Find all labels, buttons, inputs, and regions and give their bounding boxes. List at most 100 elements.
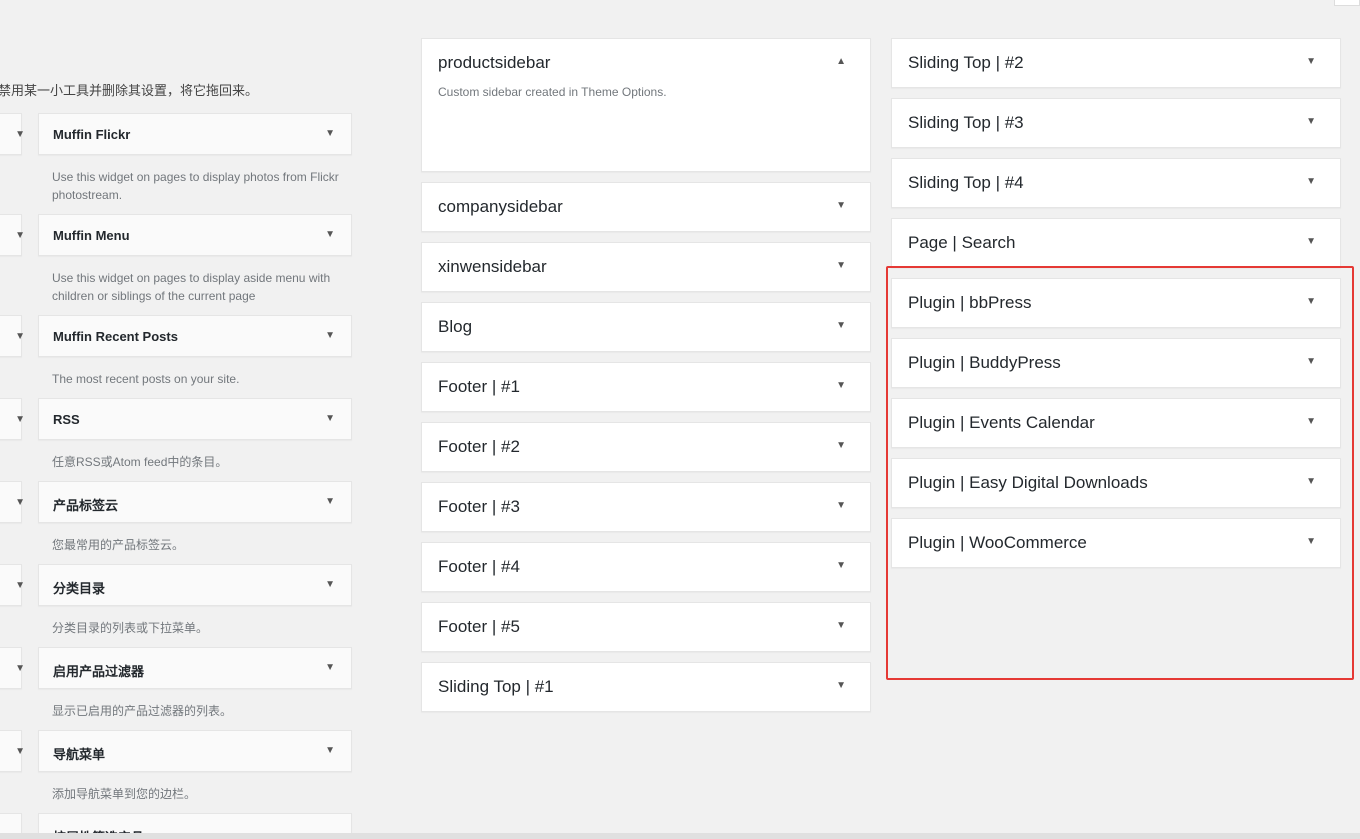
chevron-down-icon[interactable]: ▼: [325, 330, 335, 341]
chevron-down-icon[interactable]: ▼: [836, 440, 846, 451]
chevron-down-icon[interactable]: ▼: [836, 380, 846, 391]
horizontal-scrollbar[interactable]: [0, 833, 1360, 839]
chevron-down-icon[interactable]: ▼: [1306, 176, 1316, 187]
widget-description: 添加导航菜单到您的边栏。: [52, 787, 197, 801]
sidebar-title: Sliding Top | #4: [908, 173, 1024, 192]
widgets-screen: 禁用某一小工具并删除其设置，将它拖回来。 ▼ ▼ ▼ ▼ ▼ ▼ ▼ ▼ Muf…: [0, 0, 1360, 839]
chevron-down-icon: ▼: [15, 331, 25, 342]
sidebar-title: Footer | #1: [438, 377, 520, 396]
sidebar-xinwensidebar[interactable]: xinwensidebar ▼: [421, 242, 871, 292]
widget-muffin-menu[interactable]: Muffin Menu ▼ Use this widget on pages t…: [38, 214, 352, 305]
widgets-intro-text: 禁用某一小工具并删除其设置，将它拖回来。: [0, 83, 259, 98]
chevron-down-icon[interactable]: ▼: [325, 413, 335, 424]
widget-header[interactable]: Muffin Recent Posts ▼: [38, 315, 352, 357]
widget-title: 产品标签云: [53, 498, 119, 513]
chevron-down-icon[interactable]: ▼: [836, 560, 846, 571]
widget-description: Use this widget on pages to display asid…: [52, 271, 331, 303]
scroll-corner: [1334, 0, 1360, 6]
chevron-down-icon[interactable]: ▼: [836, 320, 846, 331]
widget-description: Use this widget on pages to display phot…: [52, 170, 339, 202]
widget-title: 分类目录: [53, 581, 106, 596]
widget-header[interactable]: 分类目录 ▼: [38, 564, 352, 606]
widget-header[interactable]: 产品标签云 ▼: [38, 481, 352, 523]
widget-categories[interactable]: 分类目录 ▼ 分类目录的列表或下拉菜单。: [38, 564, 352, 637]
chevron-down-icon[interactable]: ▼: [1306, 116, 1316, 127]
chevron-up-icon[interactable]: ▲: [836, 56, 846, 67]
sidebar-blog[interactable]: Blog ▼: [421, 302, 871, 352]
cut-widget[interactable]: ▼: [0, 564, 25, 606]
sidebar-page-search[interactable]: Page | Search ▼: [891, 218, 1341, 268]
chevron-down-icon[interactable]: ▼: [325, 229, 335, 240]
sidebar-footer-3[interactable]: Footer | #3 ▼: [421, 482, 871, 532]
sidebar-productsidebar[interactable]: productsidebar ▲ Custom sidebar created …: [421, 38, 871, 172]
sidebar-title: Footer | #3: [438, 497, 520, 516]
cut-widget[interactable]: ▼: [0, 730, 25, 772]
widget-active-product-filters[interactable]: 启用产品过滤器 ▼ 显示已启用的产品过滤器的列表。: [38, 647, 352, 720]
sidebar-title: xinwensidebar: [438, 257, 547, 276]
sidebar-sliding-top-3[interactable]: Sliding Top | #3 ▼: [891, 98, 1341, 148]
chevron-down-icon[interactable]: ▼: [325, 128, 335, 139]
widget-description: 显示已启用的产品过滤器的列表。: [52, 704, 233, 718]
widget-header[interactable]: Muffin Flickr ▼: [38, 113, 352, 155]
chevron-down-icon: ▼: [15, 230, 25, 241]
widget-muffin-recent-posts[interactable]: Muffin Recent Posts ▼ The most recent po…: [38, 315, 352, 388]
chevron-down-icon[interactable]: ▼: [836, 680, 846, 691]
widget-muffin-flickr[interactable]: Muffin Flickr ▼ Use this widget on pages…: [38, 113, 352, 204]
cut-widget[interactable]: ▼: [0, 647, 25, 689]
chevron-down-icon: ▼: [15, 497, 25, 508]
sidebar-sliding-top-2[interactable]: Sliding Top | #2 ▼: [891, 38, 1341, 88]
chevron-down-icon[interactable]: ▼: [836, 620, 846, 631]
chevron-down-icon[interactable]: ▼: [836, 200, 846, 211]
cut-widget[interactable]: ▼: [0, 481, 25, 523]
widget-header[interactable]: RSS ▼: [38, 398, 352, 440]
chevron-down-icon[interactable]: ▼: [836, 260, 846, 271]
sidebar-title: Blog: [438, 317, 473, 336]
widget-title: 启用产品过滤器: [53, 664, 145, 679]
chevron-down-icon: ▼: [15, 580, 25, 591]
chevron-down-icon[interactable]: ▼: [1306, 56, 1316, 67]
widget-title: 导航菜单: [53, 747, 106, 762]
widget-description: 分类目录的列表或下拉菜单。: [52, 621, 209, 635]
sidebar-title: Footer | #4: [438, 557, 520, 576]
chevron-down-icon[interactable]: ▼: [325, 579, 335, 590]
widget-title: Muffin Recent Posts: [53, 329, 178, 344]
chevron-down-icon[interactable]: ▼: [1306, 236, 1316, 247]
chevron-down-icon[interactable]: ▼: [325, 496, 335, 507]
sidebar-title: Sliding Top | #1: [438, 677, 554, 696]
sidebar-sliding-top-1[interactable]: Sliding Top | #1 ▼: [421, 662, 871, 712]
sidebar-footer-1[interactable]: Footer | #1 ▼: [421, 362, 871, 412]
highlight-annotation: [886, 266, 1354, 680]
chevron-down-icon[interactable]: ▼: [325, 662, 335, 673]
chevron-down-icon[interactable]: ▼: [325, 745, 335, 756]
widget-title: Muffin Menu: [53, 228, 130, 243]
sidebar-title: Footer | #2: [438, 437, 520, 456]
chevron-down-icon[interactable]: ▼: [836, 500, 846, 511]
widget-description: 您最常用的产品标签云。: [52, 538, 185, 552]
cut-widget[interactable]: ▼: [0, 315, 25, 357]
sidebar-description: Custom sidebar created in Theme Options.: [438, 85, 667, 99]
sidebar-footer-4[interactable]: Footer | #4 ▼: [421, 542, 871, 592]
sidebar-title: Footer | #5: [438, 617, 520, 636]
widget-rss[interactable]: RSS ▼ 任意RSS或Atom feed中的条目。: [38, 398, 352, 471]
cut-widget[interactable]: ▼: [0, 214, 25, 256]
widget-header[interactable]: 导航菜单 ▼: [38, 730, 352, 772]
sidebar-footer-5[interactable]: Footer | #5 ▼: [421, 602, 871, 652]
widget-title: RSS: [53, 412, 80, 427]
widget-description: The most recent posts on your site.: [52, 372, 240, 386]
sidebar-footer-2[interactable]: Footer | #2 ▼: [421, 422, 871, 472]
widget-title: Muffin Flickr: [53, 127, 131, 142]
cut-widget[interactable]: ▼: [0, 398, 25, 440]
widget-header[interactable]: 启用产品过滤器 ▼: [38, 647, 352, 689]
chevron-down-icon: ▼: [15, 746, 25, 757]
sidebar-sliding-top-4[interactable]: Sliding Top | #4 ▼: [891, 158, 1341, 208]
sidebar-title: Page | Search: [908, 233, 1016, 252]
widget-header[interactable]: Muffin Menu ▼: [38, 214, 352, 256]
widget-nav-menu[interactable]: 导航菜单 ▼ 添加导航菜单到您的边栏。: [38, 730, 352, 803]
sidebar-title: productsidebar: [438, 53, 551, 72]
chevron-down-icon: ▼: [15, 129, 25, 140]
widget-product-tag-cloud[interactable]: 产品标签云 ▼ 您最常用的产品标签云。: [38, 481, 352, 554]
cut-widget[interactable]: ▼: [0, 113, 25, 155]
widget-description: 任意RSS或Atom feed中的条目。: [52, 455, 228, 469]
sidebar-companysidebar[interactable]: companysidebar ▼: [421, 182, 871, 232]
sidebar-title: Sliding Top | #3: [908, 113, 1024, 132]
